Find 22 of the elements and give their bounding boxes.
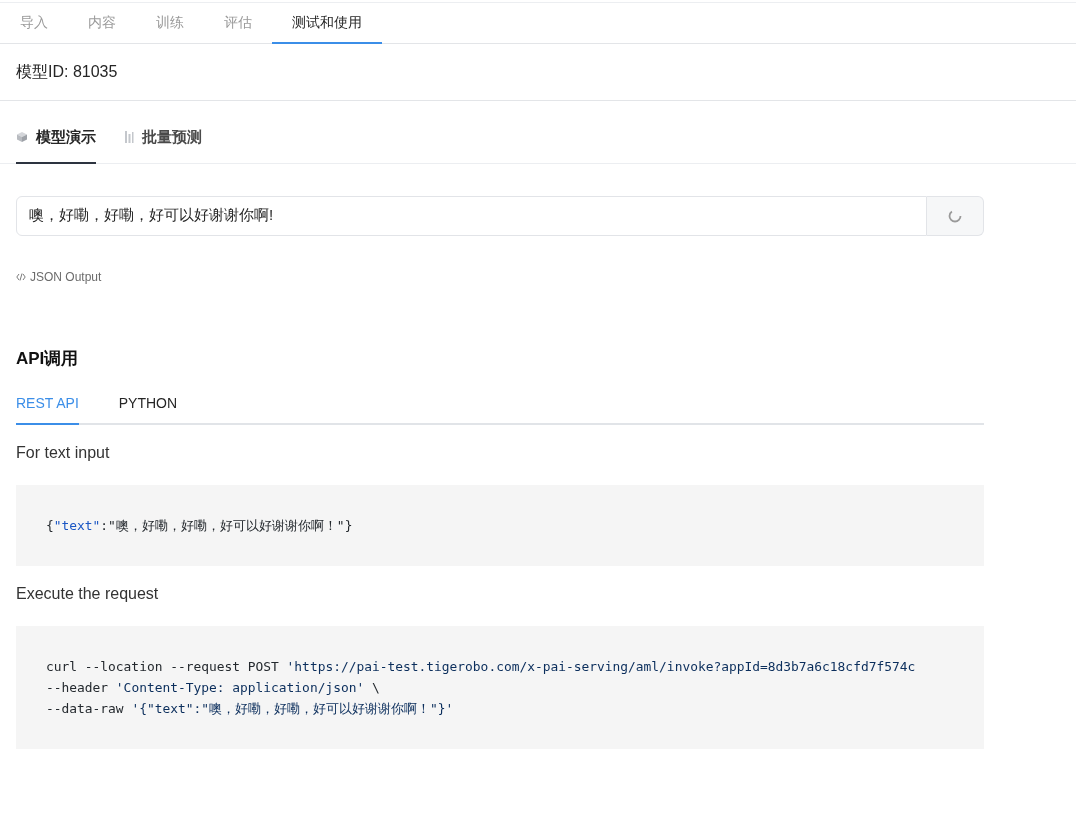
spinner-icon (948, 208, 962, 223)
json-output-link[interactable]: JSON Output (16, 267, 102, 286)
submit-button[interactable] (927, 195, 984, 236)
text-input-field[interactable]: 噢，好嘞，好嘞，好可以好谢谢你啊! (16, 195, 927, 236)
cube-icon (16, 131, 28, 144)
tab[interactable]: 内容 (68, 3, 136, 44)
tab[interactable]: 批量预测 (124, 120, 202, 164)
tab[interactable]: REST API (16, 393, 79, 425)
section-label: For text input (16, 443, 111, 463)
code-block: curl --location --request POST 'https://pai-test.tigerobo.com/x-pai-serving/aml/invoke?appId=8d3b7a6c18cfd7f574c --header 'Content-Type: application/json' \ --data-raw '{"text":"噢，好嘞，好嘞，好可以好谢谢你啊！"}' (16, 626, 984, 749)
tab[interactable]: 训练 (136, 3, 204, 44)
model-id: 模型ID: 81035 (16, 62, 118, 82)
section-title: API调用 (16, 347, 80, 370)
code-block: {"text":"噢，好嘞，好嘞，好可以好谢谢你啊！"} (16, 485, 984, 566)
tab[interactable]: 评估 (204, 3, 272, 44)
section-label: Execute the request (16, 584, 160, 604)
tab[interactable]: PYTHON (118, 393, 178, 425)
bars-icon (124, 130, 134, 145)
tab[interactable]: 导入 (0, 3, 68, 44)
tab[interactable]: 测试和使用 (272, 3, 382, 44)
tab[interactable]: 模型演示 (16, 120, 96, 164)
code-icon (16, 272, 26, 281)
